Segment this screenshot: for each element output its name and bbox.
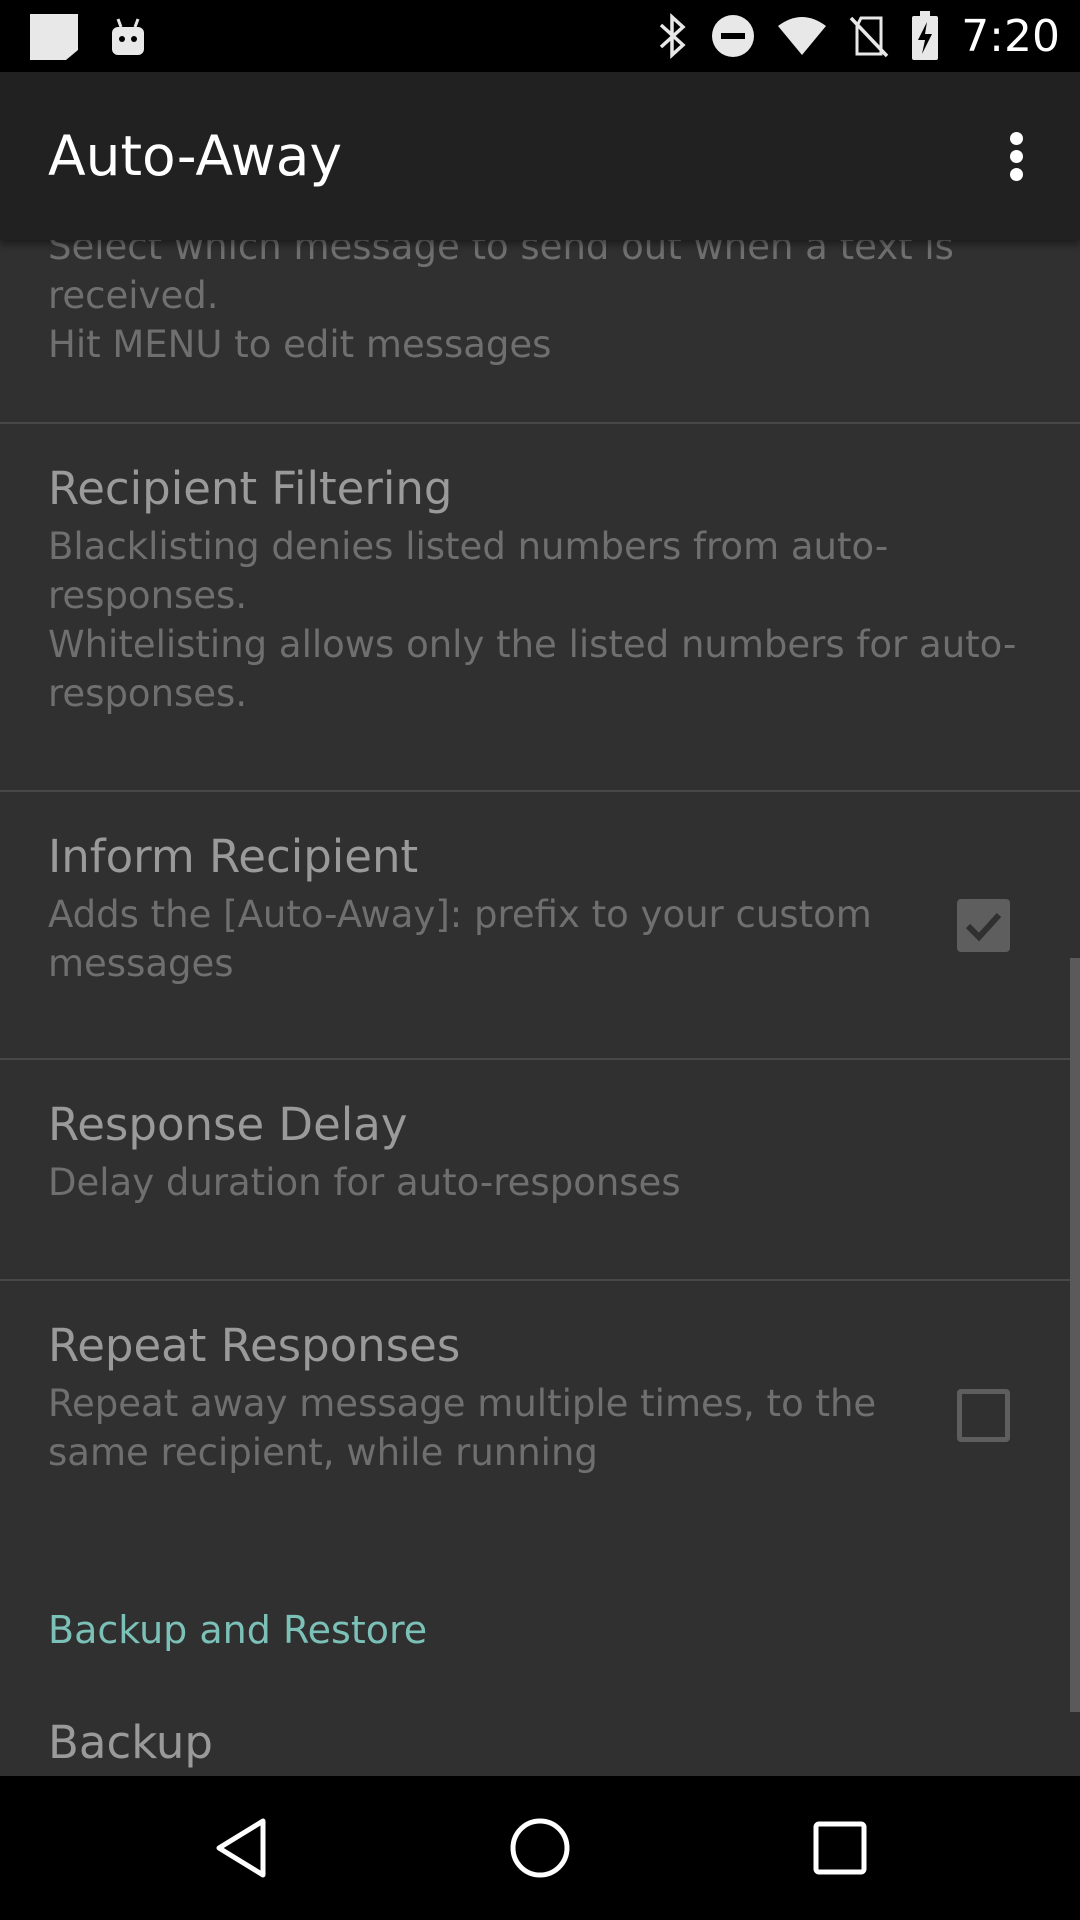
status-bar: 7:20 (0, 0, 1080, 72)
recents-button[interactable] (760, 1776, 920, 1920)
app-bar: Auto-Away (0, 72, 1080, 240)
preference-message-select[interactable]: Select which message to send out when a … (0, 240, 1080, 422)
wifi-icon (777, 16, 827, 56)
category-backup-restore: Backup and Restore (48, 1608, 428, 1652)
inform-recipient-checkbox[interactable] (957, 899, 1010, 952)
more-vert-icon-dot (1010, 168, 1023, 181)
preference-summary: Select which message to send out when a … (48, 240, 954, 366)
more-vert-icon (1010, 132, 1023, 145)
repeat-responses-checkbox[interactable] (957, 1389, 1010, 1442)
preference-repeat-responses[interactable]: Repeat Responses Repeat away message mul… (0, 1281, 1080, 1541)
preference-title: Inform Recipient (48, 830, 419, 883)
preference-title: Recipient Filtering (48, 462, 453, 515)
preference-list[interactable]: Select which message to send out when a … (0, 240, 1080, 1776)
navigation-bar (0, 1776, 1080, 1920)
status-time: 7:20 (961, 10, 1060, 62)
preference-title: Repeat Responses (48, 1319, 461, 1372)
preference-title: Response Delay (48, 1098, 408, 1151)
preference-summary: Repeat away message multiple times, to t… (48, 1382, 877, 1474)
more-options-button[interactable] (976, 114, 1056, 198)
app-title: Auto-Away (48, 124, 342, 188)
do-not-disturb-icon (711, 14, 755, 58)
home-icon (510, 1818, 570, 1878)
back-icon (216, 1818, 266, 1878)
recents-icon (813, 1821, 867, 1875)
android-debug-icon (108, 17, 148, 57)
more-vert-icon-dot (1010, 150, 1023, 163)
battery-charging-icon (911, 11, 939, 61)
notification-icon (28, 12, 80, 62)
preference-response-delay[interactable]: Response Delay Delay duration for auto-r… (0, 1060, 1080, 1278)
preference-backup[interactable]: Backup (0, 1680, 1080, 1776)
home-button[interactable] (460, 1776, 620, 1920)
bluetooth-icon (657, 13, 689, 59)
preference-summary: Delay duration for auto-responses (48, 1161, 681, 1204)
preference-inform-recipient[interactable]: Inform Recipient Adds the [Auto-Away]: p… (0, 792, 1080, 1058)
scrollbar[interactable] (1070, 958, 1080, 1712)
check-icon (965, 912, 1002, 942)
preference-recipient-filtering[interactable]: Recipient Filtering Blacklisting denies … (0, 424, 1080, 790)
preference-summary: Adds the [Auto-Away]: prefix to your cus… (48, 893, 872, 985)
preference-summary: Blacklisting denies listed numbers from … (48, 525, 1017, 715)
no-sim-icon (849, 14, 889, 58)
back-button[interactable] (161, 1776, 321, 1920)
preference-title: Backup (48, 1716, 213, 1769)
